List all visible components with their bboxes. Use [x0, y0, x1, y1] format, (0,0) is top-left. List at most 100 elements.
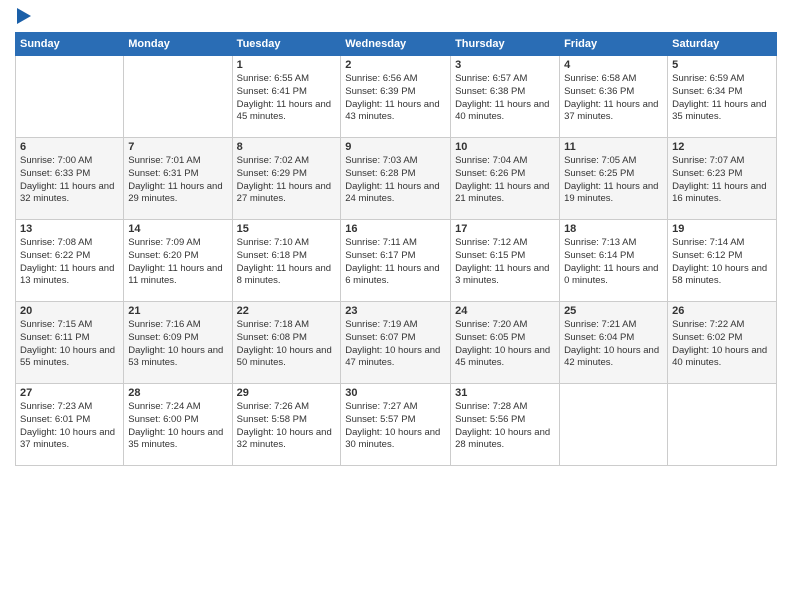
calendar-table: SundayMondayTuesdayWednesdayThursdayFrid…	[15, 32, 777, 466]
day-cell	[560, 384, 668, 466]
day-info: Sunrise: 7:00 AM Sunset: 6:33 PM Dayligh…	[20, 155, 119, 206]
day-cell: 25 Sunrise: 7:21 AM Sunset: 6:04 PM Dayli…	[560, 302, 668, 384]
day-cell: 20 Sunrise: 7:15 AM Sunset: 6:11 PM Dayli…	[16, 302, 124, 384]
calendar-body: 1 Sunrise: 6:55 AM Sunset: 6:41 PM Daylig…	[16, 56, 777, 466]
day-number: 23	[345, 305, 446, 317]
col-header-saturday: Saturday	[668, 33, 777, 56]
day-info: Sunrise: 7:21 AM Sunset: 6:04 PM Dayligh…	[564, 319, 663, 370]
day-number: 9	[345, 141, 446, 153]
day-info: Sunrise: 7:03 AM Sunset: 6:28 PM Dayligh…	[345, 155, 446, 206]
day-number: 21	[128, 305, 227, 317]
col-header-friday: Friday	[560, 33, 668, 56]
day-cell	[668, 384, 777, 466]
day-info: Sunrise: 7:07 AM Sunset: 6:23 PM Dayligh…	[672, 155, 772, 206]
day-number: 12	[672, 141, 772, 153]
day-number: 8	[237, 141, 337, 153]
day-number: 17	[455, 223, 555, 235]
header	[15, 10, 777, 24]
day-number: 1	[237, 59, 337, 71]
col-header-monday: Monday	[124, 33, 232, 56]
day-info: Sunrise: 6:58 AM Sunset: 6:36 PM Dayligh…	[564, 73, 663, 124]
day-cell: 27Sunrise: 7:23 AM Sunset: 6:01 PM Dayli…	[16, 384, 124, 466]
week-row-4: 27Sunrise: 7:23 AM Sunset: 6:01 PM Dayli…	[16, 384, 777, 466]
day-info: Sunrise: 7:08 AM Sunset: 6:22 PM Dayligh…	[20, 237, 119, 288]
day-number: 29	[237, 387, 337, 399]
col-header-sunday: Sunday	[16, 33, 124, 56]
day-cell: 9 Sunrise: 7:03 AM Sunset: 6:28 PM Daylig…	[341, 138, 451, 220]
day-number: 13	[20, 223, 119, 235]
day-cell: 11Sunrise: 7:05 AM Sunset: 6:25 PM Dayli…	[560, 138, 668, 220]
day-cell: 30 Sunrise: 7:27 AM Sunset: 5:57 PM Dayli…	[341, 384, 451, 466]
day-number: 30	[345, 387, 446, 399]
col-header-wednesday: Wednesday	[341, 33, 451, 56]
day-cell: 7 Sunrise: 7:01 AM Sunset: 6:31 PM Daylig…	[124, 138, 232, 220]
day-cell: 29 Sunrise: 7:26 AM Sunset: 5:58 PM Dayli…	[232, 384, 341, 466]
day-cell: 2Sunrise: 6:56 AM Sunset: 6:39 PM Daylig…	[341, 56, 451, 138]
day-info: Sunrise: 7:12 AM Sunset: 6:15 PM Dayligh…	[455, 237, 555, 288]
calendar-header-row: SundayMondayTuesdayWednesdayThursdayFrid…	[16, 33, 777, 56]
day-info: Sunrise: 6:56 AM Sunset: 6:39 PM Dayligh…	[345, 73, 446, 124]
day-info: Sunrise: 7:10 AM Sunset: 6:18 PM Dayligh…	[237, 237, 337, 288]
day-cell: 12 Sunrise: 7:07 AM Sunset: 6:23 PM Dayli…	[668, 138, 777, 220]
day-info: Sunrise: 7:11 AM Sunset: 6:17 PM Dayligh…	[345, 237, 446, 288]
day-info: Sunrise: 6:57 AM Sunset: 6:38 PM Dayligh…	[455, 73, 555, 124]
day-info: Sunrise: 7:27 AM Sunset: 5:57 PM Dayligh…	[345, 401, 446, 452]
day-cell: 17 Sunrise: 7:12 AM Sunset: 6:15 PM Dayli…	[451, 220, 560, 302]
day-info: Sunrise: 7:04 AM Sunset: 6:26 PM Dayligh…	[455, 155, 555, 206]
day-info: Sunrise: 6:55 AM Sunset: 6:41 PM Dayligh…	[237, 73, 337, 124]
day-number: 6	[20, 141, 119, 153]
day-info: Sunrise: 6:59 AM Sunset: 6:34 PM Dayligh…	[672, 73, 772, 124]
day-cell: 6 Sunrise: 7:00 AM Sunset: 6:33 PM Daylig…	[16, 138, 124, 220]
day-cell: 1 Sunrise: 6:55 AM Sunset: 6:41 PM Daylig…	[232, 56, 341, 138]
day-cell: 5Sunrise: 6:59 AM Sunset: 6:34 PM Daylig…	[668, 56, 777, 138]
day-info: Sunrise: 7:01 AM Sunset: 6:31 PM Dayligh…	[128, 155, 227, 206]
day-cell: 4 Sunrise: 6:58 AM Sunset: 6:36 PM Daylig…	[560, 56, 668, 138]
day-number: 20	[20, 305, 119, 317]
week-row-1: 6 Sunrise: 7:00 AM Sunset: 6:33 PM Daylig…	[16, 138, 777, 220]
day-number: 26	[672, 305, 772, 317]
day-cell: 16 Sunrise: 7:11 AM Sunset: 6:17 PM Dayli…	[341, 220, 451, 302]
day-number: 19	[672, 223, 772, 235]
day-info: Sunrise: 7:15 AM Sunset: 6:11 PM Dayligh…	[20, 319, 119, 370]
day-number: 7	[128, 141, 227, 153]
day-cell: 8 Sunrise: 7:02 AM Sunset: 6:29 PM Daylig…	[232, 138, 341, 220]
day-info: Sunrise: 7:16 AM Sunset: 6:09 PM Dayligh…	[128, 319, 227, 370]
day-cell: 26 Sunrise: 7:22 AM Sunset: 6:02 PM Dayli…	[668, 302, 777, 384]
day-info: Sunrise: 7:20 AM Sunset: 6:05 PM Dayligh…	[455, 319, 555, 370]
day-cell: 3 Sunrise: 6:57 AM Sunset: 6:38 PM Daylig…	[451, 56, 560, 138]
day-info: Sunrise: 7:18 AM Sunset: 6:08 PM Dayligh…	[237, 319, 337, 370]
day-cell: 31Sunrise: 7:28 AM Sunset: 5:56 PM Dayli…	[451, 384, 560, 466]
day-cell: 23 Sunrise: 7:19 AM Sunset: 6:07 PM Dayli…	[341, 302, 451, 384]
day-info: Sunrise: 7:13 AM Sunset: 6:14 PM Dayligh…	[564, 237, 663, 288]
day-number: 14	[128, 223, 227, 235]
day-number: 10	[455, 141, 555, 153]
day-info: Sunrise: 7:23 AM Sunset: 6:01 PM Dayligh…	[20, 401, 119, 452]
day-cell: 21 Sunrise: 7:16 AM Sunset: 6:09 PM Dayli…	[124, 302, 232, 384]
logo	[15, 10, 31, 24]
day-number: 18	[564, 223, 663, 235]
col-header-tuesday: Tuesday	[232, 33, 341, 56]
day-cell: 14 Sunrise: 7:09 AM Sunset: 6:20 PM Dayli…	[124, 220, 232, 302]
week-row-0: 1 Sunrise: 6:55 AM Sunset: 6:41 PM Daylig…	[16, 56, 777, 138]
day-info: Sunrise: 7:26 AM Sunset: 5:58 PM Dayligh…	[237, 401, 337, 452]
col-header-thursday: Thursday	[451, 33, 560, 56]
calendar-header: SundayMondayTuesdayWednesdayThursdayFrid…	[16, 33, 777, 56]
day-info: Sunrise: 7:05 AM Sunset: 6:25 PM Dayligh…	[564, 155, 663, 206]
day-info: Sunrise: 7:02 AM Sunset: 6:29 PM Dayligh…	[237, 155, 337, 206]
day-info: Sunrise: 7:22 AM Sunset: 6:02 PM Dayligh…	[672, 319, 772, 370]
day-info: Sunrise: 7:14 AM Sunset: 6:12 PM Dayligh…	[672, 237, 772, 288]
day-number: 4	[564, 59, 663, 71]
day-number: 31	[455, 387, 555, 399]
page: SundayMondayTuesdayWednesdayThursdayFrid…	[0, 0, 792, 476]
day-number: 15	[237, 223, 337, 235]
day-number: 25	[564, 305, 663, 317]
day-cell: 22Sunrise: 7:18 AM Sunset: 6:08 PM Dayli…	[232, 302, 341, 384]
day-info: Sunrise: 7:09 AM Sunset: 6:20 PM Dayligh…	[128, 237, 227, 288]
day-number: 16	[345, 223, 446, 235]
day-number: 28	[128, 387, 227, 399]
day-cell: 28Sunrise: 7:24 AM Sunset: 6:00 PM Dayli…	[124, 384, 232, 466]
week-row-3: 20 Sunrise: 7:15 AM Sunset: 6:11 PM Dayli…	[16, 302, 777, 384]
day-info: Sunrise: 7:19 AM Sunset: 6:07 PM Dayligh…	[345, 319, 446, 370]
day-number: 3	[455, 59, 555, 71]
day-cell: 13 Sunrise: 7:08 AM Sunset: 6:22 PM Dayli…	[16, 220, 124, 302]
